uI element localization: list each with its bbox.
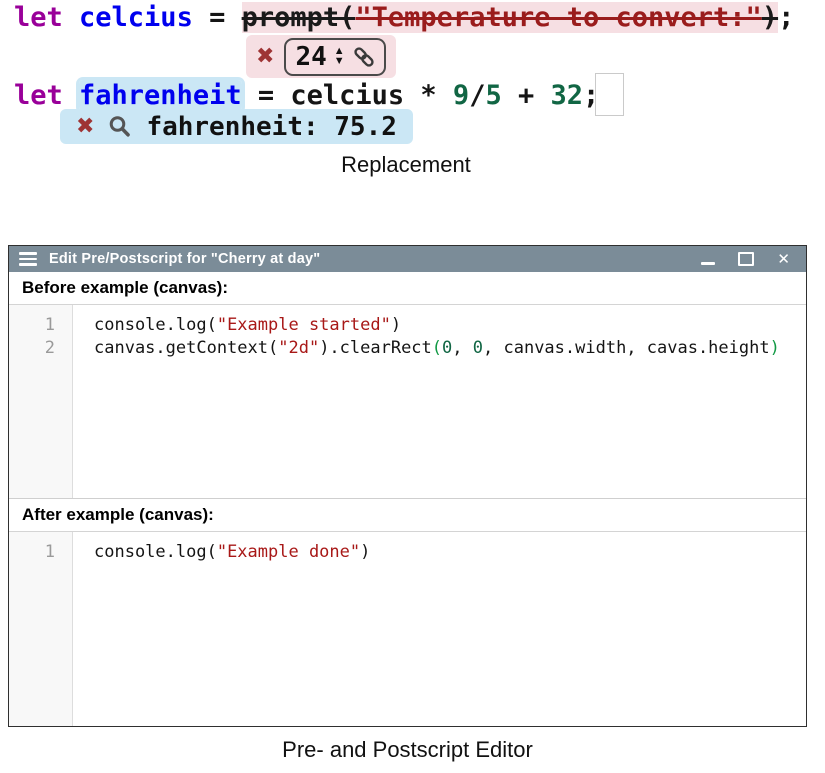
code-line[interactable]: 1 console.log("Example started") xyxy=(9,314,806,337)
window-controls: ✕ xyxy=(701,252,790,267)
window-titlebar: Edit Pre/Postscript for "Cherry at day" … xyxy=(9,246,806,272)
line-number: 1 xyxy=(9,541,72,564)
code-line[interactable]: 2 canvas.getContext("2d").clearRect(0, 0… xyxy=(9,337,806,360)
chain-link-icon[interactable] xyxy=(352,45,376,69)
line-number: 1 xyxy=(9,314,72,337)
maximize-icon[interactable] xyxy=(738,252,754,266)
delete-probe-icon[interactable]: ✖ xyxy=(76,116,94,138)
probe-widget[interactable]: ✖ fahrenheit: 75.2 xyxy=(60,109,413,144)
editor-caption: Pre- and Postscript Editor xyxy=(8,737,807,763)
code-text[interactable]: console.log("Example started") xyxy=(72,314,401,337)
value-stepper[interactable]: ▲ ▼ xyxy=(334,47,345,67)
line-number: 2 xyxy=(9,337,72,360)
minimize-icon[interactable] xyxy=(701,262,715,266)
snippet-line-celcius[interactable]: let celcius = prompt("Temperature to con… xyxy=(14,3,794,33)
replacement-caption: Replacement xyxy=(0,152,812,178)
code-text[interactable]: console.log("Example done") xyxy=(72,541,370,564)
empty-cursor-box[interactable] xyxy=(595,73,624,116)
before-example-label: Before example (canvas): xyxy=(9,272,806,305)
after-example-editor[interactable]: 1 console.log("Example done") xyxy=(9,532,806,726)
probe-value-text: fahrenheit: 75.2 xyxy=(146,112,396,142)
hamburger-menu-icon[interactable] xyxy=(19,252,37,266)
replacement-value[interactable]: 24 xyxy=(295,42,326,72)
before-example-editor[interactable]: 1 console.log("Example started") 2 canva… xyxy=(9,305,806,498)
magnifier-icon[interactable] xyxy=(108,115,132,139)
after-example-label: After example (canvas): xyxy=(9,498,806,532)
code-line[interactable]: 1 console.log("Example done") xyxy=(9,541,806,564)
replacement-value-box[interactable]: 24 ▲ ▼ xyxy=(284,38,385,76)
close-icon[interactable]: ✕ xyxy=(777,252,790,267)
delete-replacement-icon[interactable]: ✖ xyxy=(256,46,274,68)
code-text[interactable]: canvas.getContext("2d").clearRect(0, 0, … xyxy=(72,337,780,360)
replacement-widget[interactable]: ✖ 24 ▲ ▼ xyxy=(246,35,396,78)
stepper-down-icon[interactable]: ▼ xyxy=(334,57,345,67)
window-title: Edit Pre/Postscript for "Cherry at day" xyxy=(49,251,689,267)
editor-window: Edit Pre/Postscript for "Cherry at day" … xyxy=(8,245,807,727)
